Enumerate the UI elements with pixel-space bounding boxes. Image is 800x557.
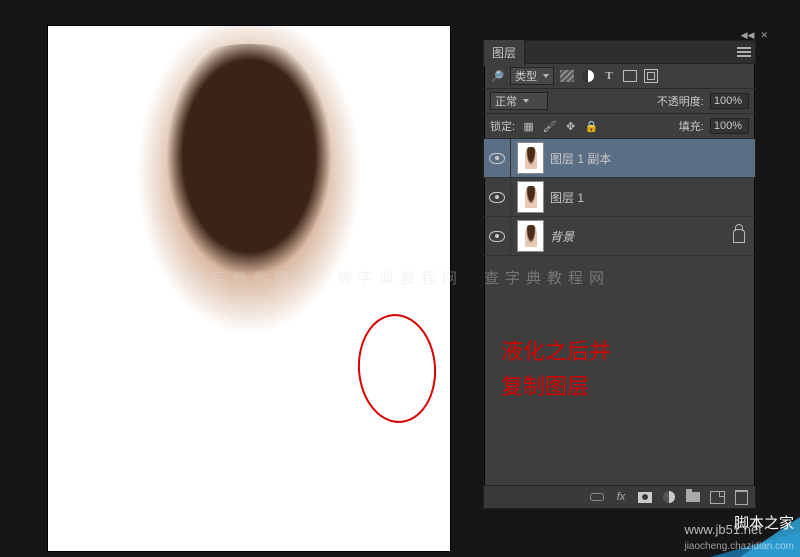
panel-tab-bar: 图层: [484, 41, 755, 64]
layer-thumbnail[interactable]: [517, 181, 544, 213]
eye-icon: [489, 231, 505, 242]
adjustment-layer-icon[interactable]: [661, 489, 677, 505]
watermark-decoration: [710, 532, 800, 557]
filter-kind-label: 类型: [515, 68, 537, 84]
fill-value-input[interactable]: 100%: [710, 118, 749, 134]
fill-label: 填充:: [679, 118, 704, 134]
watermark-decoration: [740, 517, 800, 557]
canvas-area[interactable]: [48, 26, 450, 551]
layer-style-icon[interactable]: fx: [613, 489, 629, 505]
opacity-value: 100%: [714, 95, 742, 107]
lock-icon: [733, 229, 745, 243]
panel-menu-icon[interactable]: [737, 47, 751, 57]
lock-pixels-icon[interactable]: 🖌: [542, 119, 557, 134]
watermark-url: www.jb51.net jiaocheng.chazidian.com: [684, 522, 794, 552]
layer-name[interactable]: 图层 1: [550, 189, 584, 206]
layer-row[interactable]: 图层 1: [484, 178, 755, 217]
lock-all-icon[interactable]: 🔒: [584, 119, 599, 134]
lock-transparency-icon[interactable]: ▦: [521, 119, 536, 134]
photo-content: [48, 26, 450, 551]
eye-icon: [489, 153, 505, 164]
chevron-down-icon: [543, 74, 549, 78]
layers-panel: 图层 🔎 类型 T 正常 不透明度: 100% 锁定: ▦ 🖌 ✥: [483, 40, 756, 509]
annotation-text: 液化之后并 复制图层: [501, 334, 611, 404]
layer-thumbnail[interactable]: [517, 220, 544, 252]
layer-filter-row: 🔎 类型 T: [484, 64, 755, 89]
layer-list: 图层 1 副本 图层 1 背景 液化之后并 复制图层: [484, 139, 755, 481]
link-layers-icon[interactable]: [589, 489, 605, 505]
fill-value: 100%: [714, 120, 742, 132]
group-icon[interactable]: [685, 489, 701, 505]
opacity-label: 不透明度:: [657, 93, 704, 109]
layer-row[interactable]: 背景: [484, 217, 755, 256]
new-layer-icon[interactable]: [709, 489, 725, 505]
close-icon[interactable]: ✕: [760, 30, 768, 41]
filter-shape-icon[interactable]: [622, 68, 638, 84]
filter-kind-icon[interactable]: 🔎: [490, 69, 505, 84]
layer-row[interactable]: 图层 1 副本: [484, 139, 755, 178]
lock-label: 锁定:: [490, 118, 515, 134]
visibility-toggle[interactable]: [484, 217, 511, 255]
lock-position-icon[interactable]: ✥: [563, 119, 578, 134]
watermark-badge: 脚本之家: [734, 512, 794, 533]
chevron-down-icon: [523, 99, 529, 103]
opacity-value-input[interactable]: 100%: [710, 93, 749, 109]
filter-text-icon[interactable]: T: [601, 68, 617, 84]
blend-opacity-row: 正常 不透明度: 100%: [484, 89, 755, 114]
panel-footer: fx: [484, 485, 755, 508]
layer-thumbnail[interactable]: [517, 142, 544, 174]
layer-name[interactable]: 图层 1 副本: [550, 150, 611, 167]
layer-mask-icon[interactable]: [637, 489, 653, 505]
delete-layer-icon[interactable]: [733, 489, 749, 505]
filter-pixel-icon[interactable]: [559, 68, 575, 84]
visibility-toggle[interactable]: [484, 139, 511, 177]
layer-name[interactable]: 背景: [550, 228, 574, 245]
filter-smartobject-icon[interactable]: [643, 68, 659, 84]
visibility-toggle[interactable]: [484, 178, 511, 216]
layers-tab[interactable]: 图层: [484, 40, 525, 66]
eye-icon: [489, 192, 505, 203]
blend-mode-dropdown[interactable]: 正常: [490, 92, 548, 110]
filter-kind-dropdown[interactable]: 类型: [510, 67, 554, 85]
blend-mode-value: 正常: [495, 93, 517, 109]
filter-adjustment-icon[interactable]: [580, 68, 596, 84]
lock-fill-row: 锁定: ▦ 🖌 ✥ 🔒 填充: 100%: [484, 114, 755, 139]
